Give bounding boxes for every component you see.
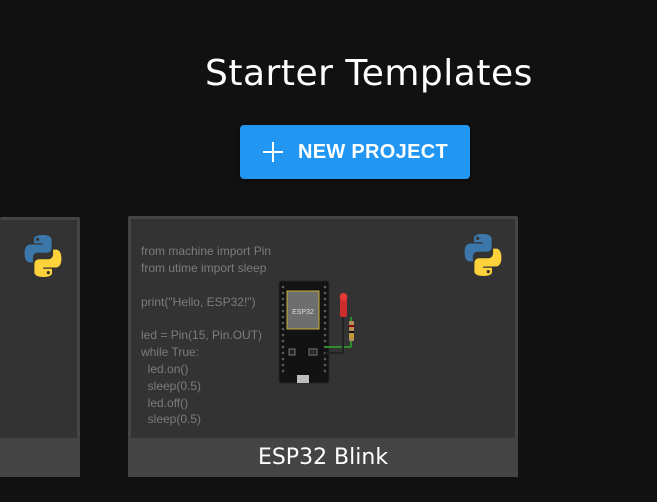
code-line: led.off() [141, 396, 189, 410]
new-project-label: NEW PROJECT [298, 140, 448, 163]
code-line: sleep(0.5) [141, 379, 202, 393]
template-card-partial[interactable] [0, 217, 80, 477]
code-line: print("Hello, ESP32!") [141, 295, 256, 309]
plus-icon [262, 141, 284, 163]
template-card-esp32-blink[interactable]: from machine import Pin from utime impor… [128, 216, 518, 477]
template-card-title [0, 438, 80, 477]
template-card-title: ESP32 Blink [128, 438, 518, 477]
new-project-button[interactable]: NEW PROJECT [240, 125, 470, 179]
code-line: while True: [141, 345, 200, 359]
code-line: led = Pin(15, Pin.OUT) [141, 328, 263, 342]
code-line: from utime import sleep [141, 261, 267, 275]
python-logo-icon [464, 234, 502, 276]
esp32-board-diagram: ESP32 [278, 280, 354, 384]
code-line: led.on() [141, 362, 189, 376]
code-line: sleep(0.5) [141, 412, 202, 426]
page-title: Starter Templates [205, 53, 533, 94]
code-line: from machine import Pin [141, 244, 272, 258]
template-card-preview [0, 220, 77, 438]
python-logo-icon [24, 235, 62, 277]
template-card-preview: from machine import Pin from utime impor… [131, 219, 515, 438]
board-chip-label: ESP32 [292, 309, 314, 316]
